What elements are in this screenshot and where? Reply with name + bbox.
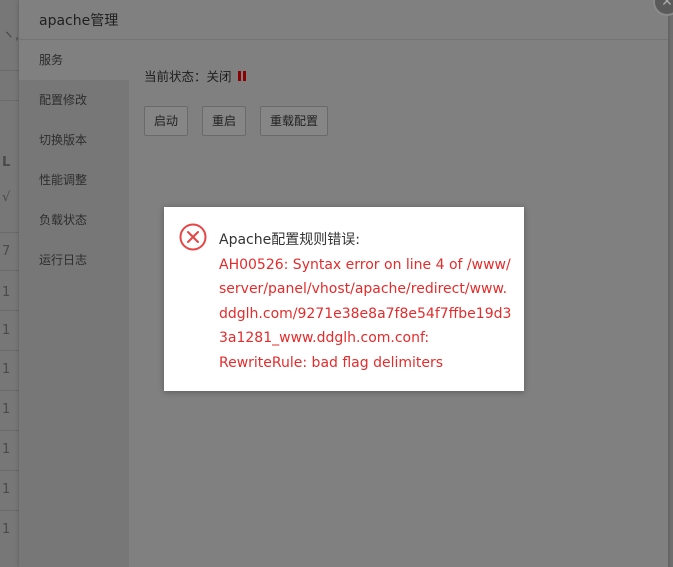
alert-message: Apache配置规则错误: AH00526: Syntax error on l… — [219, 228, 514, 375]
start-button[interactable]: 启动 — [144, 106, 189, 136]
alert-title: Apache配置规则错误: — [219, 232, 360, 248]
tab-switch-version[interactable]: 切换版本 — [19, 120, 129, 160]
error-alert: Apache配置规则错误: AH00526: Syntax error on l… — [164, 207, 524, 391]
status-label: 当前状态： — [144, 69, 207, 84]
background-divider — [0, 310, 20, 311]
background-divider — [0, 430, 20, 431]
background-glyph: 1 — [2, 362, 11, 377]
background-divider — [0, 70, 20, 71]
tab-run-log[interactable]: 运行日志 — [19, 240, 129, 280]
close-icon: ✕ — [661, 0, 673, 10]
background-glyph: 1 — [2, 402, 11, 417]
tab-performance[interactable]: 性能调整 — [19, 160, 129, 200]
background-glyph: 1 — [2, 442, 11, 457]
background-divider — [0, 470, 20, 471]
dialog-title-bar: apache管理 — [19, 0, 668, 40]
background-left-strip: ヽ, L √ 7 1 1 1 1 1 1 1 — [0, 0, 20, 567]
background-glyph: 1 — [2, 522, 11, 537]
service-actions: 启动 重启 重载配置 — [144, 106, 342, 136]
service-status: 当前状态： 关闭 — [144, 66, 246, 85]
background-search-hint: ヽ, — [2, 28, 20, 43]
background-glyph: √ — [2, 190, 11, 205]
reload-config-button[interactable]: 重载配置 — [260, 106, 329, 136]
alert-error-line: server/panel/vhost/apache/redirect/www. — [219, 281, 508, 297]
background-divider — [0, 350, 20, 351]
tab-config-edit[interactable]: 配置修改 — [19, 80, 129, 120]
background-glyph: 1 — [2, 482, 11, 497]
background-glyph: L — [2, 155, 11, 170]
dialog-title: apache管理 — [39, 13, 119, 29]
background-glyph: 1 — [2, 323, 11, 338]
tab-menu: 服务 配置修改 切换版本 性能调整 负载状态 运行日志 — [19, 40, 129, 567]
error-circle-x-icon — [179, 223, 207, 251]
alert-error-line: AH00526: Syntax error on line 4 of /www/ — [219, 256, 511, 273]
background-divider — [0, 510, 20, 511]
tab-service[interactable]: 服务 — [19, 40, 129, 80]
alert-error-line: 3a1281_www.ddglh.com.conf: — [219, 330, 430, 346]
background-glyph: 7 — [2, 244, 11, 259]
background-divider — [0, 270, 20, 271]
restart-button[interactable]: 重启 — [202, 106, 247, 136]
alert-error-line: ddglh.com/9271e38e8a7f8e54f7ffbe19d3 — [219, 305, 512, 322]
tab-load-status[interactable]: 负载状态 — [19, 200, 129, 240]
pause-icon — [237, 70, 246, 81]
background-divider — [0, 232, 20, 233]
status-value: 关闭 — [206, 69, 232, 84]
background-divider — [0, 100, 20, 101]
background-glyph: 1 — [2, 285, 11, 300]
alert-error-line: RewriteRule: bad flag delimiters — [219, 354, 444, 371]
background-divider — [0, 390, 20, 391]
